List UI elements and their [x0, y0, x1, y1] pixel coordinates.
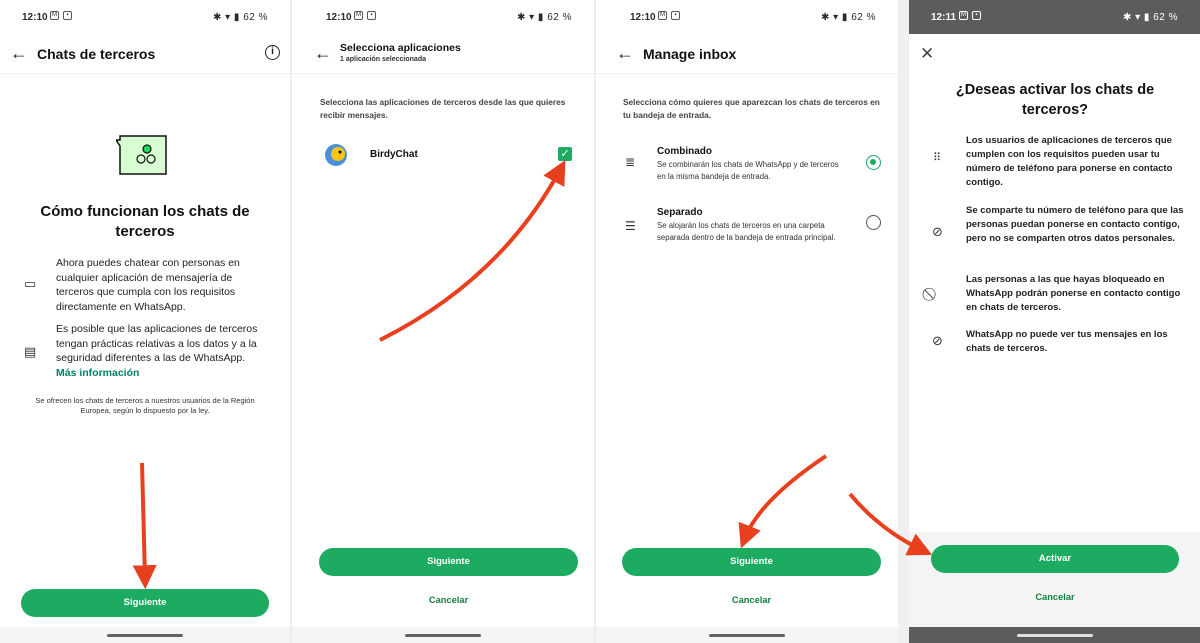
- more-info-link[interactable]: Más información: [56, 367, 139, 379]
- info-item: WhatsApp no puede ver tus mensajes en lo…: [966, 329, 1168, 354]
- status-battery: ✱ ▾ ▮ 62 %: [820, 12, 876, 23]
- status-time: 12:10: [22, 12, 48, 23]
- status-battery: ✱ ▾ ▮ 62 %: [516, 12, 572, 23]
- info-icon[interactable]: i: [265, 45, 280, 60]
- screen-activate-confirmation: 12:11 M ▪ ✱ ▾ ▮ 62 % ✕ ¿Deseas activar l…: [909, 0, 1200, 643]
- status-bar: 12:10 M ▪ ✱ ▾ ▮ 62 %: [0, 0, 290, 34]
- info-item: Las personas a las que hayas bloqueado e…: [966, 274, 1181, 313]
- intro-text: Selecciona las aplicaciones de terceros …: [320, 97, 566, 120]
- page-title: Selecciona aplicaciones: [340, 42, 461, 54]
- cancel-button[interactable]: Cancelar: [319, 595, 578, 605]
- option-description: Se alojarán los chats de terceros en una…: [657, 221, 836, 242]
- gmail-notification-icon: M: [50, 11, 59, 20]
- birdychat-logo-icon: [325, 144, 347, 166]
- eye-off-icon: ⊘: [932, 333, 943, 348]
- divider: [898, 0, 909, 643]
- screen-manage-inbox: 12:10 M ▪ ✱ ▾ ▮ 62 % ← Manage inbox Sele…: [596, 0, 898, 643]
- footnote: Se ofrecen los chats de terceros a nuest…: [35, 396, 255, 415]
- gesture-bar: [0, 627, 290, 643]
- chat-bubble-illustration-icon: [116, 135, 167, 175]
- status-time: 12:11: [931, 12, 957, 23]
- item-data-practices: Es posible que las aplicaciones de terce…: [56, 323, 258, 379]
- separate-folders-icon: ☰: [625, 219, 636, 233]
- app-notification-icon: ▪: [671, 11, 680, 20]
- heading: ¿Deseas activar los chats de terceros?: [955, 82, 1155, 118]
- option-title: Combinado: [657, 146, 712, 157]
- app-notification-icon: ▪: [63, 11, 72, 20]
- back-arrow-icon[interactable]: ←: [314, 44, 332, 62]
- status-bar: 12:10 M ▪ ✱ ▾ ▮ 62 %: [292, 0, 594, 34]
- hidden-eye-icon: ⊘: [932, 224, 943, 239]
- screen-select-apps: 12:10 M ▪ ✱ ▾ ▮ 62 % ← Selecciona aplica…: [292, 0, 594, 643]
- status-bar: 12:11 M ▪ ✱ ▾ ▮ 62 %: [909, 0, 1200, 34]
- gesture-bar: [596, 627, 898, 643]
- cancel-button[interactable]: Cancelar: [622, 595, 881, 605]
- app-bar: ← Chats de terceros i: [0, 34, 290, 74]
- page-subtitle: 1 aplicación seleccionada: [340, 56, 426, 63]
- gesture-bar: [292, 627, 594, 643]
- close-icon[interactable]: ✕: [920, 44, 934, 64]
- app-bar: ← Manage inbox: [596, 34, 898, 74]
- app-notification-icon: ▪: [367, 11, 376, 20]
- status-time: 12:10: [326, 12, 352, 23]
- gesture-bar: [909, 627, 1200, 643]
- intro-text: Selecciona cómo quieres que aparezcan lo…: [623, 97, 880, 120]
- screen-chats-de-terceros: 12:10 M ▪ ✱ ▾ ▮ 62 % ← Chats de terceros…: [0, 0, 290, 643]
- cancel-button[interactable]: Cancelar: [931, 592, 1179, 602]
- message-icon: ▭: [24, 276, 37, 291]
- gmail-notification-icon: M: [959, 11, 968, 20]
- back-arrow-icon[interactable]: ←: [10, 44, 28, 62]
- app-name: BirdyChat: [370, 149, 418, 160]
- combined-radio[interactable]: [866, 155, 881, 170]
- document-icon: ▤: [24, 344, 37, 359]
- dialpad-icon: ⠿: [933, 152, 942, 164]
- next-button[interactable]: Siguiente: [622, 548, 881, 576]
- status-time: 12:10: [630, 12, 656, 23]
- next-button[interactable]: Siguiente: [21, 589, 269, 617]
- status-battery: ✱ ▾ ▮ 62 %: [212, 12, 268, 23]
- app-bar: ← Selecciona aplicaciones 1 aplicación s…: [292, 34, 594, 74]
- gmail-notification-icon: M: [354, 11, 363, 20]
- option-title: Separado: [657, 207, 703, 218]
- option-description: Se combinarán los chats de WhatsApp y de…: [657, 160, 839, 181]
- separate-radio[interactable]: [866, 215, 881, 230]
- item-third-party-chats: Ahora puedes chatear con personas en cua…: [56, 257, 240, 313]
- page-title: Chats de terceros: [37, 46, 156, 62]
- combined-list-icon: ≣: [625, 155, 636, 169]
- heading: Cómo funcionan los chats de terceros: [40, 203, 250, 240]
- app-notification-icon: ▪: [972, 11, 981, 20]
- info-item: Los usuarios de aplicaciones de terceros…: [966, 135, 1173, 188]
- status-battery: ✱ ▾ ▮ 62 %: [1122, 12, 1178, 23]
- back-arrow-icon[interactable]: ←: [616, 44, 634, 62]
- status-bar: 12:10 M ▪ ✱ ▾ ▮ 62 %: [596, 0, 898, 34]
- next-button[interactable]: Siguiente: [319, 548, 578, 576]
- page-title: Manage inbox: [643, 46, 737, 62]
- activate-button[interactable]: Activar: [931, 545, 1179, 573]
- gmail-notification-icon: M: [658, 11, 667, 20]
- info-item: Se comparte tu número de teléfono para q…: [966, 205, 1184, 244]
- birdychat-checkbox[interactable]: ✓: [558, 147, 572, 161]
